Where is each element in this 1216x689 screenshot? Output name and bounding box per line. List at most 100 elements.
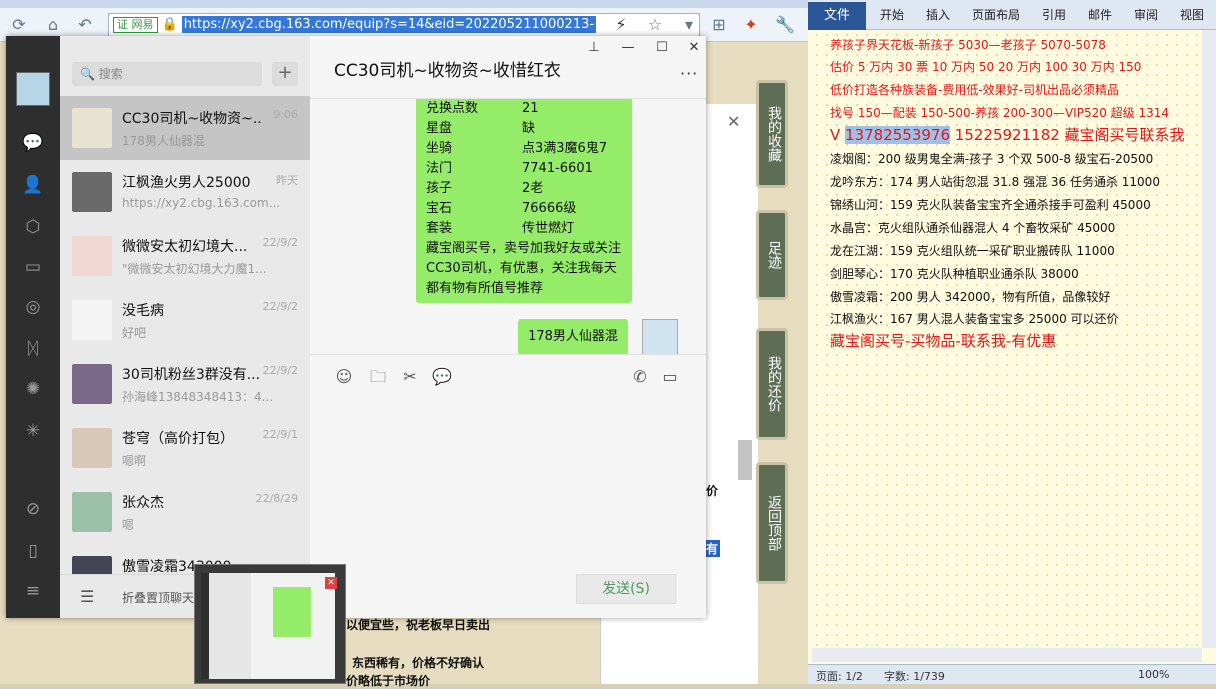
chat-panel: ⊥ — ☐ ✕ CC30司机~收物资~收惜红衣 ··· 兑换点数 21 星盘 缺 坐… bbox=[310, 36, 706, 618]
side-links: 我的收藏 足迹 我的还价 返回顶部 bbox=[756, 80, 792, 600]
document-body[interactable]: 养孩子界天花板-新孩子 5030—老孩子 5070-5078 估价 5 万内 3… bbox=[812, 30, 1202, 648]
doc-line: 龙吟东方：174 男人站街忽混 31.8 强混 36 任务通杀 11000 bbox=[830, 175, 1160, 189]
scissors-icon[interactable]: ✂ bbox=[400, 367, 420, 387]
tab-references[interactable]: 引用 bbox=[1042, 6, 1066, 23]
chat-name: 没毛病 bbox=[122, 303, 164, 319]
avatar[interactable] bbox=[642, 319, 678, 354]
chat-name: CC30司机~收物资~... bbox=[122, 111, 262, 127]
side-link-top[interactable]: 返回顶部 bbox=[756, 462, 788, 584]
doc-line: 傲雪凌霜：200 男人 342000，物有所值，品像较好 bbox=[830, 290, 1111, 304]
folder-icon[interactable]: 🗀 bbox=[368, 367, 388, 387]
avatar[interactable] bbox=[16, 72, 50, 106]
chat-time: 9:06 bbox=[273, 108, 298, 121]
video-icon[interactable]: ▭ bbox=[660, 367, 680, 387]
phone-icon[interactable]: ✆ bbox=[630, 367, 650, 387]
thumbnail-content bbox=[201, 573, 335, 679]
grid-icon[interactable]: ⊞ bbox=[708, 14, 730, 36]
zoom-level[interactable]: 100% bbox=[1138, 668, 1169, 681]
chat-preview: 好吧 bbox=[122, 326, 147, 340]
add-button[interactable]: + bbox=[272, 62, 298, 86]
refresh-icon[interactable]: ⟳ bbox=[8, 14, 30, 36]
chat-preview: 嗯 bbox=[122, 518, 135, 532]
chat-item[interactable]: 没毛病 22/9/2 好吧 bbox=[60, 288, 310, 352]
row-value: 7741-6601 bbox=[522, 161, 593, 176]
tab-home[interactable]: 开始 bbox=[880, 6, 904, 23]
emoji-icon[interactable]: ☺ bbox=[334, 367, 354, 387]
close-icon[interactable]: ✕ bbox=[325, 577, 337, 589]
minimize-icon[interactable]: — bbox=[616, 40, 640, 58]
contacts-icon[interactable]: 👤 bbox=[22, 174, 44, 196]
close-icon[interactable]: ✕ bbox=[682, 40, 706, 58]
browser-tab-strip[interactable] bbox=[0, 0, 808, 8]
tools-icon[interactable]: 🔧 bbox=[774, 14, 796, 36]
row-key: 坐骑 bbox=[426, 141, 453, 156]
send-button[interactable]: 发送(S) bbox=[576, 574, 676, 604]
chat-item[interactable]: 30司机粉丝3群没有... 22/9/2 孙海峰13848348413：4... bbox=[60, 352, 310, 416]
tab-view[interactable]: 视图 bbox=[1180, 6, 1204, 23]
close-icon[interactable]: ✕ bbox=[727, 112, 740, 131]
home-icon[interactable]: ⌂ bbox=[42, 14, 64, 36]
vertical-scrollbar[interactable] bbox=[1202, 30, 1216, 648]
chat-item[interactable]: 微微安太初幻境大... 22/9/2 "微微安太初幻境大力魔1... bbox=[60, 224, 310, 288]
chat-history-icon[interactable]: 💬 bbox=[432, 367, 452, 387]
side-link-offers[interactable]: 我的还价 bbox=[756, 328, 788, 440]
favorites-icon[interactable]: ⬡ bbox=[22, 216, 44, 238]
tab-file[interactable]: 文件 bbox=[808, 2, 866, 30]
doc-line-rest: 15225921182 藏宝阁买号联系我 bbox=[950, 126, 1185, 144]
row-value: 点3满3魔6鬼7 bbox=[522, 141, 608, 156]
tab-mailings[interactable]: 邮件 bbox=[1088, 6, 1112, 23]
chat-item[interactable]: CC30司机~收物资~... 9:06 178男人仙器混 bbox=[60, 96, 310, 160]
miniprogram-icon[interactable]: ✳ bbox=[22, 420, 44, 442]
tab-layout[interactable]: 页面布局 bbox=[972, 6, 1020, 23]
tab-review[interactable]: 审阅 bbox=[1134, 6, 1158, 23]
folder-icon[interactable]: ▭ bbox=[22, 256, 44, 278]
window-thumbnail[interactable]: ✕ bbox=[194, 564, 346, 684]
message-bubble[interactable]: 兑换点数 21 星盘 缺 坐骑 点3满3魔6鬼7 法门 7741-6601 孩子 2老 宝… bbox=[416, 99, 632, 303]
chat-name: 苍穹（高价打包） bbox=[122, 431, 234, 447]
avatar bbox=[72, 300, 112, 340]
avatar bbox=[72, 236, 112, 276]
my-message-bubble[interactable]: 178男人仙器混 bbox=[518, 319, 628, 354]
side-link-favorites[interactable]: 我的收藏 bbox=[756, 80, 788, 188]
menu-icon[interactable]: ≡ bbox=[22, 580, 44, 602]
dropdown-icon[interactable]: ▾ bbox=[678, 14, 700, 36]
maximize-icon[interactable]: ☐ bbox=[650, 40, 674, 58]
chat-title: CC30司机~收物资~收惜红衣 bbox=[334, 61, 561, 81]
url-text[interactable]: https://xy2.cbg.163.com/equip?s=14&eid=2… bbox=[181, 16, 597, 33]
message-area: 兑换点数 21 星盘 缺 坐骑 点3满3魔6鬼7 法门 7741-6601 孩子 2老 宝… bbox=[310, 98, 706, 354]
chat-preview: 嗯啊 bbox=[122, 454, 147, 468]
search-icon[interactable]: ✺ bbox=[22, 378, 44, 400]
side-link-history[interactable]: 足迹 bbox=[756, 210, 788, 300]
folded-label: 折叠置顶聊天 bbox=[122, 591, 195, 605]
message-input[interactable] bbox=[310, 394, 706, 564]
chat-item[interactable]: 张众杰 22/8/29 嗯 bbox=[60, 480, 310, 544]
back-icon[interactable]: ↶ bbox=[74, 14, 96, 36]
star-icon[interactable]: ☆ bbox=[644, 14, 666, 36]
chat-time: 22/9/2 bbox=[262, 236, 298, 249]
tab-insert[interactable]: 插入 bbox=[926, 6, 950, 23]
web-text-2: 东西稀有，价格不好确认 bbox=[352, 656, 485, 670]
search-placeholder: 搜索 bbox=[98, 67, 123, 81]
link-icon[interactable]: ⊘ bbox=[22, 498, 44, 520]
pin-icon[interactable]: ⊥ bbox=[582, 40, 606, 58]
search-input[interactable]: 🔍 搜索 bbox=[72, 62, 262, 86]
doc-line: 锦绣山河：159 克火队装备宝宝齐全通杀接手可盈利 45000 bbox=[830, 198, 1151, 212]
chat-preview: https://xy2.cbg.163.com... bbox=[122, 196, 281, 210]
phone-icon[interactable]: ▯ bbox=[22, 540, 44, 562]
chat-icon[interactable]: 💬 bbox=[22, 132, 44, 154]
search-icon: 🔍 bbox=[80, 67, 99, 81]
message-row: 星盘 缺 bbox=[426, 119, 622, 139]
chat-item[interactable]: 江枫渔火男人25000 昨天 https://xy2.cbg.163.com..… bbox=[60, 160, 310, 224]
lock-icon: 🔒 bbox=[161, 17, 178, 32]
channels-icon[interactable]: ᛞ bbox=[22, 338, 44, 360]
lightning-icon[interactable]: ⚡ bbox=[610, 14, 632, 36]
chat-time: 昨天 bbox=[276, 174, 298, 187]
more-icon[interactable]: ··· bbox=[680, 64, 698, 83]
chat-item[interactable]: 苍穹（高价打包） 22/9/1 嗯啊 bbox=[60, 416, 310, 480]
horizontal-scrollbar[interactable] bbox=[812, 648, 1202, 662]
moments-icon[interactable]: ◎ bbox=[22, 296, 44, 318]
game-icon[interactable]: ✦ bbox=[740, 14, 762, 36]
web-scrollbar[interactable] bbox=[738, 440, 752, 480]
tag-fragment: 有 bbox=[704, 540, 721, 557]
doc-line: 剑胆琴心：170 克火队种植职业通杀队 38000 bbox=[830, 267, 1079, 281]
